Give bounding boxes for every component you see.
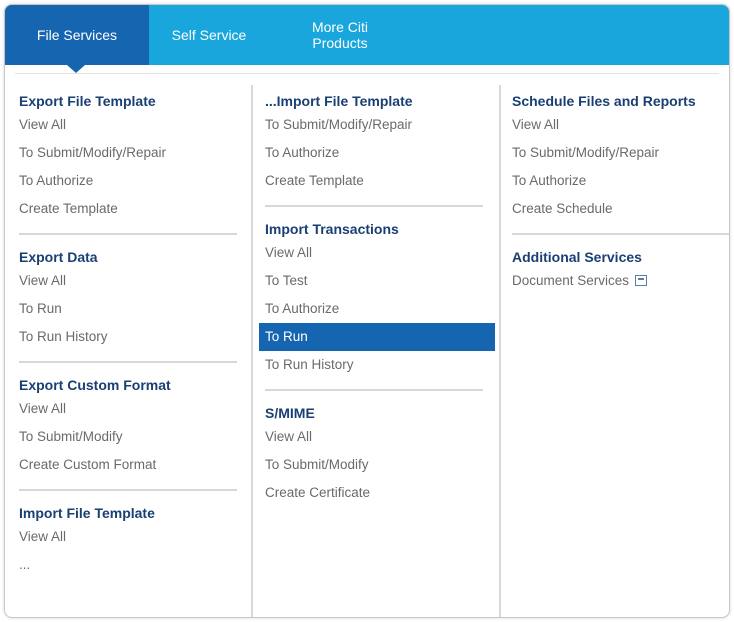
menu-column-1: Export File Template View All To Submit/… bbox=[19, 83, 241, 579]
menu-column-2: ...Import File Template To Submit/Modify… bbox=[259, 83, 495, 507]
menu-item-submit-modify[interactable]: To Submit/Modify bbox=[265, 451, 495, 479]
menu-frame: File Services Self Service More Citi Pro… bbox=[4, 4, 730, 618]
menu-item-create-schedule[interactable]: Create Schedule bbox=[512, 195, 729, 223]
tab-more-label-line2: Products bbox=[312, 35, 368, 51]
menu-item-run-history[interactable]: To Run History bbox=[265, 351, 495, 379]
section-smime: S/MIME View All To Submit/Modify Create … bbox=[265, 403, 495, 507]
section-divider bbox=[19, 361, 237, 363]
section-divider bbox=[19, 489, 237, 491]
section-title: Additional Services bbox=[512, 249, 642, 265]
section-additional-services: Additional Services Document Services bbox=[512, 247, 729, 295]
section-title: Import File Template bbox=[19, 505, 155, 521]
menu-item-submit-modify[interactable]: To Submit/Modify bbox=[19, 423, 241, 451]
section-export-data: Export Data View All To Run To Run Histo… bbox=[19, 247, 241, 351]
menu-item-create-template[interactable]: Create Template bbox=[19, 195, 241, 223]
top-nav-bar: File Services Self Service More Citi Pro… bbox=[5, 5, 729, 65]
section-divider bbox=[265, 389, 483, 391]
section-divider bbox=[512, 233, 729, 235]
menu-item-view-all[interactable]: View All bbox=[19, 395, 241, 423]
menu-item-authorize[interactable]: To Authorize bbox=[265, 295, 495, 323]
menu-item-create-template[interactable]: Create Template bbox=[265, 167, 495, 195]
menu-item-test[interactable]: To Test bbox=[265, 267, 495, 295]
menu-item-document-services[interactable]: Document Services bbox=[512, 267, 729, 295]
menu-item-view-all[interactable]: View All bbox=[19, 111, 241, 139]
tab-file-services-label: File Services bbox=[36, 27, 118, 43]
menu-top-divider bbox=[15, 73, 719, 74]
external-window-icon bbox=[635, 275, 648, 286]
menu-item-authorize[interactable]: To Authorize bbox=[19, 167, 241, 195]
section-title: Export Custom Format bbox=[19, 377, 171, 393]
section-title: Export Data bbox=[19, 249, 98, 265]
section-title: S/MIME bbox=[265, 405, 315, 421]
section-export-file-template: Export File Template View All To Submit/… bbox=[19, 91, 241, 223]
section-divider bbox=[19, 233, 237, 235]
tab-self-service-label: Self Service bbox=[171, 27, 247, 43]
tab-more-citi-products[interactable]: More Citi Products bbox=[285, 5, 395, 65]
menu-item-submit-modify-repair[interactable]: To Submit/Modify/Repair bbox=[512, 139, 729, 167]
section-import-transactions: Import Transactions View All To Test To … bbox=[259, 219, 495, 379]
section-import-file-template: Import File Template View All ... bbox=[19, 503, 241, 579]
section-divider bbox=[265, 205, 483, 207]
menu-item-submit-modify-repair[interactable]: To Submit/Modify/Repair bbox=[19, 139, 241, 167]
menu-item-ellipsis: ... bbox=[19, 557, 31, 572]
tab-more-label-line1: More Citi bbox=[311, 19, 368, 35]
section-import-file-template-cont: ...Import File Template To Submit/Modify… bbox=[265, 91, 495, 195]
section-title: ...Import File Template bbox=[265, 93, 413, 109]
menu-item-submit-modify-repair[interactable]: To Submit/Modify/Repair bbox=[265, 111, 495, 139]
menu-item-run[interactable]: To Run bbox=[19, 295, 241, 323]
section-schedule-files-reports: Schedule Files and Reports View All To S… bbox=[512, 91, 729, 223]
menu-item-view-all[interactable]: View All bbox=[265, 423, 495, 451]
tab-self-service[interactable]: Self Service bbox=[149, 5, 269, 65]
menu-item-authorize[interactable]: To Authorize bbox=[512, 167, 729, 195]
menu-item-run-history[interactable]: To Run History bbox=[19, 323, 241, 351]
menu-item-view-all[interactable]: View All bbox=[265, 239, 495, 267]
menu-item-authorize[interactable]: To Authorize bbox=[265, 139, 495, 167]
menu-item-view-all[interactable]: View All bbox=[19, 267, 241, 295]
menu-column-3: Schedule Files and Reports View All To S… bbox=[512, 83, 729, 295]
section-title: Schedule Files and Reports bbox=[512, 93, 696, 109]
menu-item-view-all[interactable]: View All bbox=[512, 111, 729, 139]
menu-item-document-services-label: Document Services bbox=[512, 273, 630, 288]
menu-item-run-selected[interactable]: To Run bbox=[259, 323, 495, 351]
tab-file-services[interactable]: File Services bbox=[5, 5, 149, 65]
column-divider bbox=[499, 85, 501, 617]
section-title: Export File Template bbox=[19, 93, 156, 109]
column-divider bbox=[251, 85, 253, 617]
menu-item-view-all[interactable]: View All bbox=[19, 523, 241, 551]
menu-item-create-custom-format[interactable]: Create Custom Format bbox=[19, 451, 241, 479]
section-export-custom-format: Export Custom Format View All To Submit/… bbox=[19, 375, 241, 479]
section-title: Import Transactions bbox=[265, 221, 399, 237]
menu-item-create-certificate[interactable]: Create Certificate bbox=[265, 479, 495, 507]
active-tab-caret bbox=[67, 65, 85, 73]
